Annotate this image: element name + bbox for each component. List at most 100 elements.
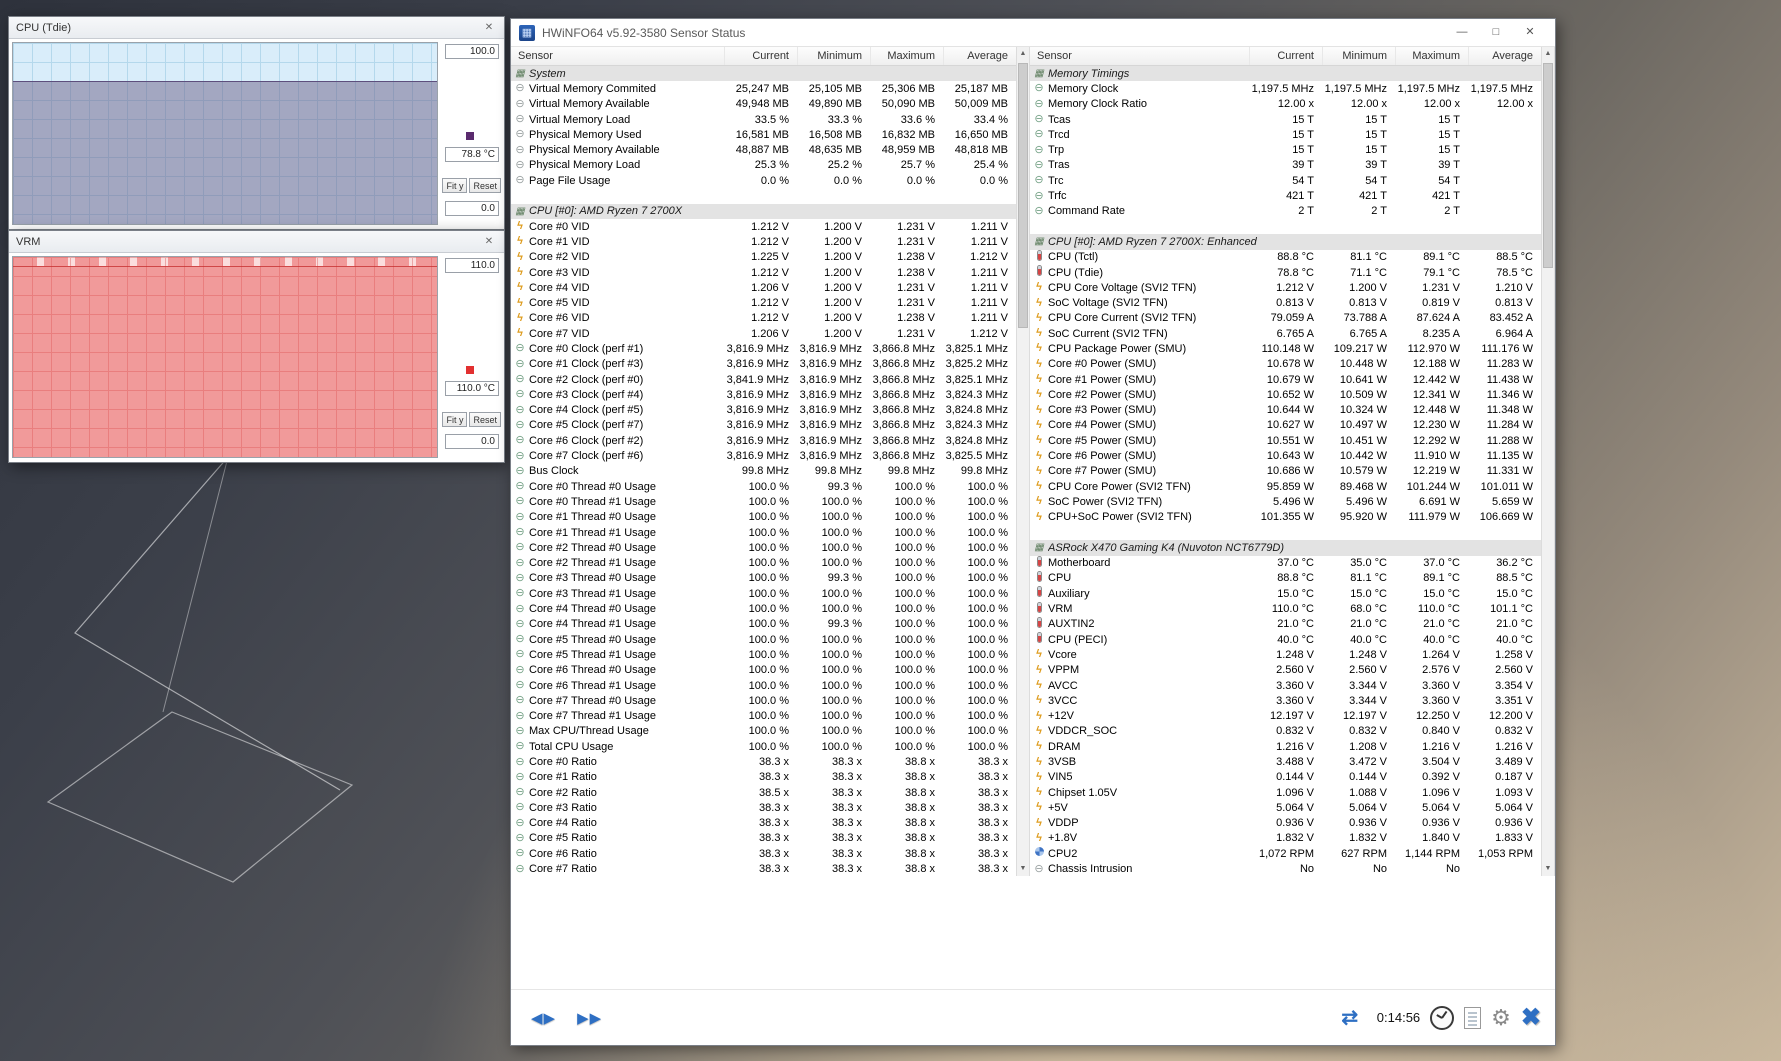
- sensor-row[interactable]: CPU (Tctl) 88.8 °C 81.1 °C 89.1 °C 88.5 °C: [1030, 250, 1541, 265]
- sensor-row[interactable]: CPU Core Voltage (SVI2 TFN) 1.212 V 1.200 …: [1030, 280, 1541, 295]
- minimize-button[interactable]: —: [1445, 19, 1479, 46]
- scroll-columns-button[interactable]: ◀ ▶: [525, 1005, 561, 1031]
- sensor-row[interactable]: Memory Clock Ratio 12.00 x 12.00 x 12.00 x 1…: [1030, 97, 1541, 112]
- scroll-down-icon[interactable]: ▼: [1017, 862, 1029, 876]
- close-icon[interactable]: ✕: [481, 236, 497, 247]
- sensor-row[interactable]: Core #0 Clock (perf #1) 3,816.9 MHz 3,816.…: [511, 341, 1016, 356]
- sensor-row[interactable]: Core #5 Ratio 38.3 x 38.3 x 38.8 x 38.3 x: [511, 831, 1016, 846]
- sensor-row[interactable]: Core #2 Power (SMU) 10.652 W 10.509 W 12.34…: [1030, 387, 1541, 402]
- sensor-row[interactable]: Core #6 Clock (perf #2) 3,816.9 MHz 3,816.…: [511, 433, 1016, 448]
- sensor-row[interactable]: VIN5 0.144 V 0.144 V 0.392 V 0.187 V: [1030, 770, 1541, 785]
- sensor-row[interactable]: CPU+SoC Power (SVI2 TFN) 101.355 W 95.920 …: [1030, 510, 1541, 525]
- close-button[interactable]: ✕: [1513, 19, 1547, 46]
- sensor-row[interactable]: Motherboard 37.0 °C 35.0 °C 37.0 °C 36.2 °C: [1030, 556, 1541, 571]
- sensor-row[interactable]: Core #2 Ratio 38.5 x 38.3 x 38.8 x 38.3 x: [511, 785, 1016, 800]
- sensor-row[interactable]: Core #0 Thread #0 Usage 100.0 % 99.3 % 100.…: [511, 479, 1016, 494]
- sensor-row[interactable]: Core #7 Thread #0 Usage 100.0 % 100.0 % 100…: [511, 693, 1016, 708]
- sensor-row[interactable]: Core #1 Clock (perf #3) 3,816.9 MHz 3,816.…: [511, 357, 1016, 372]
- reset-button[interactable]: Reset: [469, 178, 501, 193]
- sensor-row[interactable]: CPU Core Power (SVI2 TFN) 95.859 W 89.468 …: [1030, 479, 1541, 494]
- sensor-row[interactable]: +1.8V 1.832 V 1.832 V 1.840 V 1.833 V: [1030, 831, 1541, 846]
- sensor-row[interactable]: Trfc 421 T 421 T 421 T: [1030, 188, 1541, 203]
- sensor-row[interactable]: Core #4 Ratio 38.3 x 38.3 x 38.8 x 38.3 x: [511, 816, 1016, 831]
- sensor-row[interactable]: Physical Memory Available 48,887 MB 48,635…: [511, 142, 1016, 157]
- sensor-row[interactable]: CPU (PECI) 40.0 °C 40.0 °C 40.0 °C 40.0 °C: [1030, 632, 1541, 647]
- graph-window-vrm[interactable]: VRM ✕ 110.0 110.0 °C Fit y Reset 0.0: [8, 230, 505, 463]
- sensor-row[interactable]: Bus Clock 99.8 MHz 99.8 MHz 99.8 MHz 99.8 MH…: [511, 464, 1016, 479]
- sensor-row[interactable]: CPU 88.8 °C 81.1 °C 89.1 °C 88.5 °C: [1030, 571, 1541, 586]
- sensor-row[interactable]: Core #7 VID 1.206 V 1.200 V 1.231 V 1.212 V: [511, 326, 1016, 341]
- scroll-down-icon[interactable]: ▼: [1542, 862, 1554, 876]
- sensor-row[interactable]: Virtual Memory Commited 25,247 MB 25,105 M…: [511, 81, 1016, 96]
- sensor-row[interactable]: Core #5 VID 1.212 V 1.200 V 1.231 V 1.211 V: [511, 295, 1016, 310]
- sensor-row[interactable]: Core #0 VID 1.212 V 1.200 V 1.231 V 1.211 V: [511, 219, 1016, 234]
- right-panel-scrollbar[interactable]: ▲ ▼: [1541, 47, 1555, 876]
- sensor-row[interactable]: Chipset 1.05V 1.096 V 1.088 V 1.096 V 1.093 …: [1030, 785, 1541, 800]
- sensor-row[interactable]: Memory Clock 1,197.5 MHz 1,197.5 MHz 1,197.…: [1030, 81, 1541, 96]
- column-minimum[interactable]: Minimum: [1322, 47, 1395, 65]
- sensor-row[interactable]: Core #1 Ratio 38.3 x 38.3 x 38.8 x 38.3 x: [511, 770, 1016, 785]
- hwinfo-sensor-window[interactable]: ▦ HWiNFO64 v5.92-3580 Sensor Status — □ …: [510, 18, 1556, 1046]
- maximize-button[interactable]: □: [1479, 19, 1513, 46]
- scroll-thumb[interactable]: [1018, 63, 1028, 328]
- sensor-row[interactable]: Core #2 Thread #0 Usage 100.0 % 100.0 % 100…: [511, 540, 1016, 555]
- sensor-row[interactable]: Core #1 VID 1.212 V 1.200 V 1.231 V 1.211 V: [511, 234, 1016, 249]
- scroll-thumb[interactable]: [1543, 63, 1553, 268]
- sensor-row[interactable]: Core #7 Thread #1 Usage 100.0 % 100.0 % 100…: [511, 708, 1016, 723]
- sensor-row[interactable]: VDDP 0.936 V 0.936 V 0.936 V 0.936 V: [1030, 816, 1541, 831]
- sensor-row[interactable]: Core #2 VID 1.225 V 1.200 V 1.238 V 1.212 V: [511, 250, 1016, 265]
- sensor-row[interactable]: Tras 39 T 39 T 39 T: [1030, 158, 1541, 173]
- sensor-row[interactable]: Core #4 Thread #0 Usage 100.0 % 100.0 % 100…: [511, 601, 1016, 616]
- column-sensor[interactable]: Sensor: [1030, 50, 1249, 62]
- window-titlebar[interactable]: ▦ HWiNFO64 v5.92-3580 Sensor Status — □ …: [511, 19, 1555, 46]
- sensor-row[interactable]: Physical Memory Used 16,581 MB 16,508 MB 16…: [511, 127, 1016, 142]
- close-icon[interactable]: ✕: [481, 22, 497, 33]
- column-current[interactable]: Current: [724, 47, 797, 65]
- sensor-row[interactable]: CPU Package Power (SMU) 110.148 W 109.217 …: [1030, 341, 1541, 356]
- column-minimum[interactable]: Minimum: [797, 47, 870, 65]
- sensor-row[interactable]: Core #3 Ratio 38.3 x 38.3 x 38.8 x 38.3 x: [511, 800, 1016, 815]
- sensor-row[interactable]: VRM 110.0 °C 68.0 °C 110.0 °C 101.1 °C: [1030, 601, 1541, 616]
- sensor-row[interactable]: Chassis Intrusion No No No: [1030, 861, 1541, 876]
- column-current[interactable]: Current: [1249, 47, 1322, 65]
- clock-icon[interactable]: [1430, 1005, 1455, 1030]
- column-maximum[interactable]: Maximum: [870, 47, 943, 65]
- section-header-row[interactable]: CPU [#0]: AMD Ryzen 7 2700X: [511, 203, 1016, 219]
- sensor-row[interactable]: Core #5 Thread #0 Usage 100.0 % 100.0 % 100…: [511, 632, 1016, 647]
- sensor-row[interactable]: Core #5 Power (SMU) 10.551 W 10.451 W 12.29…: [1030, 433, 1541, 448]
- sensor-row[interactable]: DRAM 1.216 V 1.208 V 1.216 V 1.216 V: [1030, 739, 1541, 754]
- sensor-row[interactable]: Core #6 Thread #0 Usage 100.0 % 100.0 % 100…: [511, 663, 1016, 678]
- sensor-row[interactable]: Core #3 VID 1.212 V 1.200 V 1.238 V 1.211 V: [511, 265, 1016, 280]
- reset-values-icon[interactable]: ⇄: [1341, 1005, 1358, 1030]
- sensor-row[interactable]: Max CPU/Thread Usage 100.0 % 100.0 % 100.0 …: [511, 724, 1016, 739]
- sensor-row[interactable]: SoC Current (SVI2 TFN) 6.765 A 6.765 A 8.23…: [1030, 326, 1541, 341]
- sensor-row[interactable]: 3VSB 3.488 V 3.472 V 3.504 V 3.489 V: [1030, 754, 1541, 769]
- sensor-row[interactable]: Tcas 15 T 15 T 15 T: [1030, 112, 1541, 127]
- section-header-row[interactable]: Memory Timings: [1030, 66, 1541, 82]
- sensor-row[interactable]: Core #7 Ratio 38.3 x 38.3 x 38.8 x 38.3 x: [511, 861, 1016, 876]
- sensor-row[interactable]: Core #7 Clock (perf #6) 3,816.9 MHz 3,816.…: [511, 448, 1016, 463]
- sensor-row[interactable]: Core #6 Thread #1 Usage 100.0 % 100.0 % 100…: [511, 678, 1016, 693]
- sensor-row[interactable]: SoC Voltage (SVI2 TFN) 0.813 V 0.813 V 0.81…: [1030, 295, 1541, 310]
- sensor-row[interactable]: Total CPU Usage 100.0 % 100.0 % 100.0 % 100.…: [511, 739, 1016, 754]
- sensor-row[interactable]: Trp 15 T 15 T 15 T: [1030, 142, 1541, 157]
- left-panel-scrollbar[interactable]: ▲ ▼: [1016, 47, 1030, 876]
- sensor-row[interactable]: VDDCR_SOC 0.832 V 0.832 V 0.840 V 0.832 V: [1030, 724, 1541, 739]
- sensor-row[interactable]: Page File Usage 0.0 % 0.0 % 0.0 % 0.0 %: [511, 173, 1016, 188]
- sensor-row[interactable]: Trc 54 T 54 T 54 T: [1030, 173, 1541, 188]
- section-header-row[interactable]: CPU [#0]: AMD Ryzen 7 2700X: Enhanced: [1030, 234, 1541, 250]
- sensor-row[interactable]: Core #0 Power (SMU) 10.678 W 10.448 W 12.18…: [1030, 357, 1541, 372]
- sensor-row[interactable]: Virtual Memory Load 33.5 % 33.3 % 33.6 % 33.…: [511, 112, 1016, 127]
- section-header-row[interactable]: ASRock X470 Gaming K4 (Nuvoton NCT6779D): [1030, 540, 1541, 556]
- section-header-row[interactable]: System: [511, 66, 1016, 82]
- sensor-row[interactable]: Core #3 Power (SMU) 10.644 W 10.324 W 12.44…: [1030, 403, 1541, 418]
- sensor-row[interactable]: 3VCC 3.360 V 3.344 V 3.360 V 3.351 V: [1030, 693, 1541, 708]
- sensor-row[interactable]: Core #1 Thread #0 Usage 100.0 % 100.0 % 100…: [511, 510, 1016, 525]
- graph-titlebar[interactable]: CPU (Tdie) ✕: [9, 17, 504, 39]
- graph-window-cpu-tdie[interactable]: CPU (Tdie) ✕ 100.0 78.8 °C Fit y Reset 0…: [8, 16, 505, 230]
- sensor-row[interactable]: Virtual Memory Available 49,948 MB 49,890 …: [511, 97, 1016, 112]
- sensor-row[interactable]: Core #5 Clock (perf #7) 3,816.9 MHz 3,816.…: [511, 418, 1016, 433]
- sensor-row[interactable]: Core #3 Thread #0 Usage 100.0 % 99.3 % 100.…: [511, 571, 1016, 586]
- column-header[interactable]: Sensor Current Minimum Maximum Average: [511, 47, 1016, 66]
- sensor-row[interactable]: Core #1 Power (SMU) 10.679 W 10.641 W 12.44…: [1030, 372, 1541, 387]
